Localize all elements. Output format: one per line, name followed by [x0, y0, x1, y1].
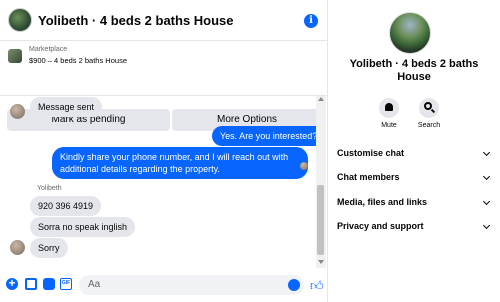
sticker-icon[interactable]: [43, 278, 55, 290]
listing-banner: Marketplace $900 – 4 beds 2 baths House …: [0, 41, 328, 131]
message-bubble: Kindly share your phone number, and I wi…: [52, 147, 308, 179]
section-chat-members[interactable]: Chat members: [337, 168, 491, 186]
listing-kind: Marketplace: [29, 46, 68, 53]
section-label: Privacy and support: [337, 221, 424, 231]
chevron-down-icon: [482, 221, 491, 230]
chevron-down-icon: [482, 172, 491, 181]
messenger-window: Yolibeth · 4 beds 2 baths House i Market…: [0, 0, 500, 302]
message-bubble: Message sent: [30, 97, 103, 117]
message-bubble: Sorry: [30, 238, 68, 258]
search-action[interactable]: Search: [409, 98, 449, 129]
scroll-down-arrow[interactable]: [318, 260, 324, 264]
thumbs-up-icon[interactable]: 👍︎: [310, 278, 324, 294]
conversation-avatar[interactable]: [8, 8, 32, 32]
chevron-down-icon: [482, 148, 491, 157]
info-icon[interactable]: i: [304, 14, 318, 28]
message-input-placeholder: Aa: [88, 279, 101, 290]
info-title: Yolibeth · 4 beds 2 baths House: [349, 58, 479, 83]
message-bubble: Sorra no speak inglish: [30, 217, 136, 237]
conversation-info-pane: Yolibeth · 4 beds 2 baths House Mute Sea…: [329, 0, 500, 302]
listing-thumbnail[interactable]: [8, 49, 22, 63]
chevron-down-icon: [482, 197, 491, 206]
plus-icon[interactable]: +: [6, 277, 18, 290]
mute-button[interactable]: [379, 98, 399, 118]
contact-avatar[interactable]: [10, 240, 25, 255]
section-media-files-links[interactable]: Media, files and links: [337, 193, 491, 211]
mute-action[interactable]: Mute: [369, 98, 409, 129]
chat-pane: Yolibeth · 4 beds 2 baths House i Market…: [0, 0, 328, 302]
scrollbar-thumb[interactable]: [317, 185, 324, 255]
sender-name: Yolibeth: [37, 185, 62, 192]
search-button[interactable]: [419, 98, 439, 118]
message-bubble: 920 396 4919: [30, 196, 102, 216]
contact-avatar[interactable]: [10, 104, 25, 119]
chat-header: Yolibeth · 4 beds 2 baths House i: [0, 0, 328, 41]
gif-icon[interactable]: GIF: [60, 278, 72, 290]
section-label: Customise chat: [337, 148, 405, 158]
bell-icon: [385, 103, 393, 111]
photo-icon[interactable]: [25, 278, 37, 290]
message-bubble: Yes. Are you interested?: [212, 126, 326, 146]
section-label: Media, files and links: [337, 197, 428, 207]
conversation-title[interactable]: Yolibeth · 4 beds 2 baths House: [38, 13, 234, 28]
scroll-up-arrow[interactable]: [318, 97, 324, 101]
search-label: Search: [417, 122, 441, 129]
conversation-avatar-large: [389, 12, 431, 54]
section-customise-chat[interactable]: Customise chat: [337, 144, 491, 162]
read-receipt-avatar: [300, 162, 308, 170]
message-input[interactable]: [79, 275, 304, 295]
section-label: Chat members: [337, 172, 400, 182]
section-privacy-support[interactable]: Privacy and support: [337, 217, 491, 235]
listing-description[interactable]: $900 – 4 beds 2 baths House: [29, 56, 127, 65]
mute-label: Mute: [381, 122, 397, 129]
emoji-icon[interactable]: [288, 279, 300, 291]
